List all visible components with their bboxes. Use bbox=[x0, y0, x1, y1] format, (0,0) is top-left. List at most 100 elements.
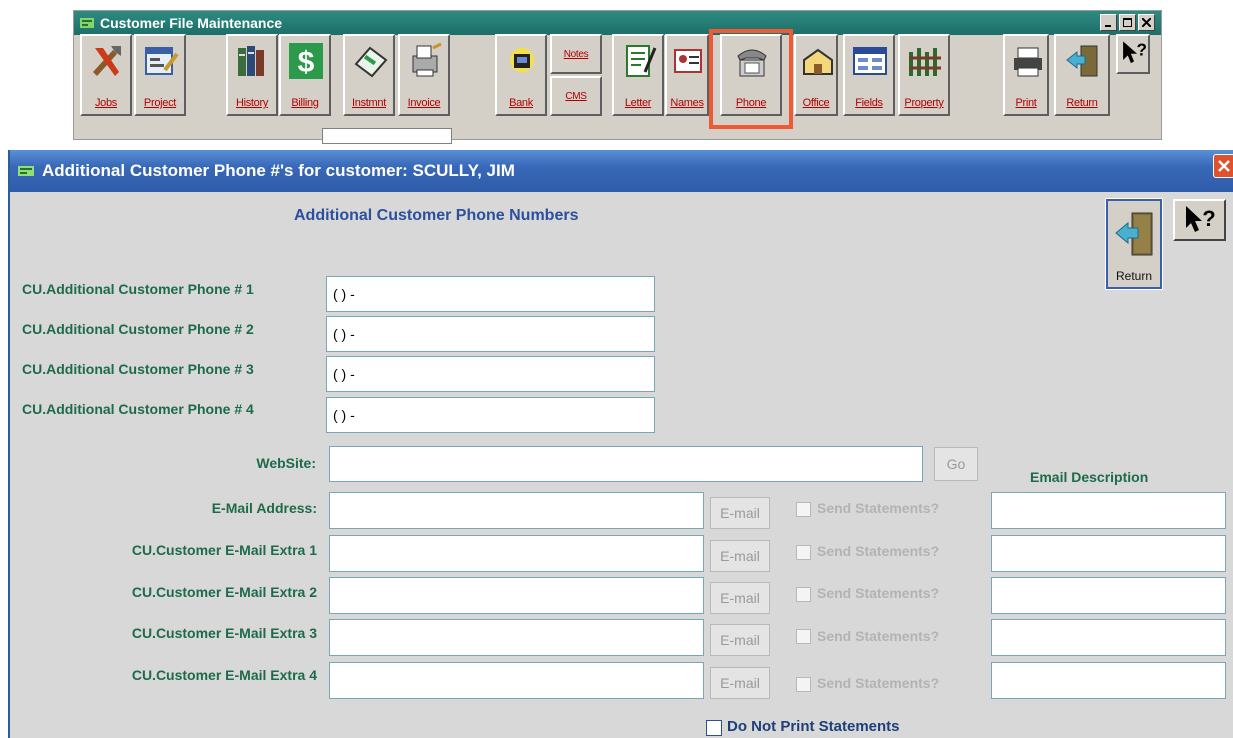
toolbar-label: Property bbox=[904, 97, 944, 109]
property-icon bbox=[909, 48, 941, 76]
toolbar-billing-button[interactable]: $ Billing bbox=[279, 34, 331, 116]
minimize-icon bbox=[1105, 25, 1111, 27]
phone-3-label: CU.Additional Customer Phone # 3 bbox=[22, 361, 254, 377]
website-field[interactable] bbox=[329, 446, 923, 482]
toolbar-label: Project bbox=[143, 97, 177, 109]
send-statements-checkbox-3[interactable] bbox=[796, 587, 811, 602]
return-door-icon bbox=[1066, 45, 1098, 77]
svg-text:?: ? bbox=[1137, 40, 1147, 59]
toolbar-project-button[interactable]: Project bbox=[134, 34, 186, 116]
toolbar-help-button[interactable]: ? bbox=[1116, 34, 1150, 74]
email-description-field-3[interactable] bbox=[991, 577, 1226, 614]
do-not-print-label: Do Not Print Statements bbox=[727, 718, 900, 735]
toolbar-return-button[interactable]: Return bbox=[1054, 34, 1110, 116]
project-icon bbox=[145, 47, 179, 75]
toolbar-print-button[interactable]: Print bbox=[1003, 34, 1049, 116]
email-extra-2-label: CU.Customer E-Mail Extra 2 bbox=[131, 584, 317, 600]
toolbar-label: Bank bbox=[509, 97, 533, 109]
app-icon bbox=[18, 166, 34, 176]
help-arrow-icon: ? bbox=[1123, 40, 1147, 64]
toolbar-cms-button[interactable]: CMS bbox=[550, 76, 602, 116]
return-door-icon bbox=[1115, 212, 1153, 256]
toolbar-label: Invoice bbox=[407, 97, 441, 109]
email-description-header: Email Description bbox=[1030, 469, 1149, 485]
go-button[interactable]: Go bbox=[934, 447, 978, 481]
email-extra-3-field[interactable] bbox=[329, 619, 704, 656]
close-parent-button[interactable] bbox=[1138, 14, 1155, 31]
email-address-label: E-Mail Address: bbox=[211, 500, 317, 516]
phone-2-label: CU.Additional Customer Phone # 2 bbox=[22, 321, 254, 337]
dollar-icon: $ bbox=[289, 43, 323, 79]
toolbar-property-button[interactable]: Property bbox=[898, 34, 950, 116]
phone-3-field[interactable]: ( ) - bbox=[326, 356, 655, 392]
email-button-2[interactable]: E-mail bbox=[710, 540, 770, 572]
parent-window-title: Customer File Maintenance bbox=[100, 15, 283, 31]
svg-text:?: ? bbox=[1202, 206, 1215, 231]
send-statements-label-4: Send Statements? bbox=[817, 628, 940, 644]
dialog-title-bar: Additional Customer Phone #'s for custom… bbox=[10, 150, 1233, 192]
fields-icon bbox=[853, 47, 887, 75]
send-statements-checkbox-2[interactable] bbox=[796, 545, 811, 560]
email-address-field[interactable] bbox=[329, 492, 704, 529]
close-icon bbox=[1218, 160, 1230, 172]
email-button-5[interactable]: E-mail bbox=[710, 667, 770, 699]
email-extra-1-label: CU.Customer E-Mail Extra 1 bbox=[131, 542, 317, 558]
toolbar-label: CMS bbox=[565, 91, 587, 102]
phone-2-field[interactable]: ( ) - bbox=[326, 316, 655, 352]
email-extra-1-field[interactable] bbox=[329, 535, 704, 572]
email-description-field-1[interactable] bbox=[991, 492, 1226, 529]
toolbar-fields-button[interactable]: Fields bbox=[843, 34, 895, 116]
toolbar-history-button[interactable]: History bbox=[226, 34, 278, 116]
toolbar-label: Billing bbox=[291, 97, 319, 109]
email-description-field-4[interactable] bbox=[991, 619, 1226, 656]
email-description-field-5[interactable] bbox=[991, 662, 1226, 699]
email-button-3[interactable]: E-mail bbox=[710, 582, 770, 614]
parent-title-bar: Customer File Maintenance bbox=[74, 11, 1161, 35]
do-not-print-checkbox[interactable] bbox=[706, 720, 722, 736]
toolbar-jobs-button[interactable]: Jobs bbox=[80, 34, 132, 116]
toolbar-notes-button[interactable]: Notes bbox=[550, 34, 602, 74]
toolbar-invoice-button[interactable]: Invoice bbox=[398, 34, 450, 116]
app-icon bbox=[80, 18, 94, 28]
email-extra-4-field[interactable] bbox=[329, 662, 704, 699]
email-button-1[interactable]: E-mail bbox=[710, 497, 770, 529]
letter-icon bbox=[626, 45, 657, 77]
toolbar-label: Names bbox=[670, 97, 704, 109]
toolbar-label: Letter bbox=[624, 97, 652, 109]
toolbar-label: Fields bbox=[855, 97, 883, 109]
dialog-help-button[interactable]: ? bbox=[1173, 199, 1226, 241]
partial-field bbox=[322, 128, 452, 144]
phone-1-field[interactable]: ( ) - bbox=[326, 276, 655, 312]
email-extra-2-field[interactable] bbox=[329, 577, 704, 614]
dialog-close-button[interactable] bbox=[1213, 154, 1233, 178]
email-extra-4-label: CU.Customer E-Mail Extra 4 bbox=[131, 667, 317, 683]
toolbar-label: Jobs bbox=[94, 97, 118, 109]
close-icon bbox=[1142, 18, 1151, 27]
email-description-field-2[interactable] bbox=[991, 535, 1226, 572]
send-statements-label-5: Send Statements? bbox=[817, 675, 940, 691]
send-statements-checkbox-4[interactable] bbox=[796, 629, 811, 644]
phone-4-field[interactable]: ( ) - bbox=[326, 397, 655, 433]
printer-icon bbox=[1014, 47, 1042, 77]
office-icon bbox=[803, 48, 833, 75]
dialog-return-button[interactable]: Return bbox=[1105, 198, 1163, 290]
bank-icon bbox=[510, 48, 534, 72]
phone-button-highlight bbox=[709, 29, 793, 129]
page-heading: Additional Customer Phone Numbers bbox=[294, 207, 579, 224]
email-button-4[interactable]: E-mail bbox=[710, 624, 770, 656]
toolbar-instmnt-button[interactable]: Instmnt bbox=[343, 34, 395, 116]
website-label: WebSite: bbox=[256, 455, 316, 471]
dialog-title: Additional Customer Phone #'s for custom… bbox=[42, 161, 515, 180]
toolbar-letter-button[interactable]: Letter bbox=[612, 34, 664, 116]
toolbar-label: Print bbox=[1015, 97, 1037, 109]
send-statements-label-3: Send Statements? bbox=[817, 585, 940, 601]
send-statements-label-1: Send Statements? bbox=[817, 500, 940, 516]
minimize-button[interactable] bbox=[1100, 14, 1117, 31]
send-statements-label-2: Send Statements? bbox=[817, 543, 940, 559]
toolbar-bank-button[interactable]: Bank bbox=[495, 34, 547, 116]
send-statements-checkbox-1[interactable] bbox=[796, 502, 811, 517]
maximize-button[interactable] bbox=[1119, 14, 1136, 31]
send-statements-checkbox-5[interactable] bbox=[796, 677, 811, 692]
toolbar-office-button[interactable]: Office bbox=[794, 34, 838, 116]
toolbar-names-button[interactable]: Names bbox=[665, 34, 709, 116]
